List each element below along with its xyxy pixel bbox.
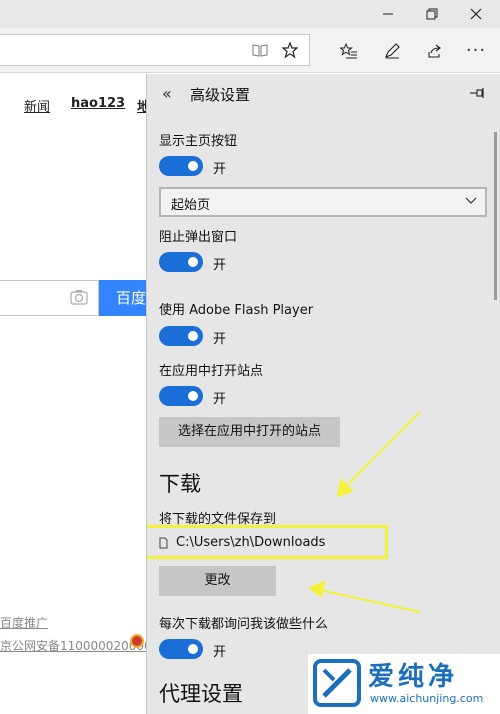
favorite-star-icon (282, 42, 298, 58)
restore-button[interactable] (412, 0, 452, 28)
open-in-app-state: 开 (213, 392, 227, 407)
police-badge-icon (130, 634, 144, 648)
home-page-select[interactable]: 起始页 (159, 187, 487, 217)
close-icon (470, 8, 482, 20)
footer-link-promotion[interactable]: 百度推广 (0, 614, 48, 631)
watermark-url: www.aichunjing.com (370, 692, 484, 705)
close-button[interactable] (456, 0, 496, 28)
ask-each-download-label: 每次下载都询问我该做些什么 (159, 617, 329, 632)
add-favorite-button[interactable] (274, 34, 306, 66)
flash-toggle[interactable] (159, 326, 203, 346)
web-note-button[interactable] (376, 28, 408, 73)
home-button-label: 显示主页按钮 (159, 134, 238, 149)
watermark-logo-icon (313, 659, 361, 707)
share-button[interactable] (418, 28, 450, 73)
reading-view-button[interactable] (244, 34, 276, 66)
downloads-heading: 下载 (159, 472, 201, 496)
favorites-hub-icon (340, 42, 357, 58)
web-page: 新闻 hao123 地 百度一下 百度推广 京公网安备1100000200000… (0, 74, 179, 714)
change-location-button[interactable]: 更改 (159, 566, 276, 596)
more-button[interactable]: ··· (460, 28, 492, 73)
search-button[interactable]: 百度一下 (99, 280, 146, 316)
block-popups-state: 开 (213, 258, 227, 273)
home-page-select-value: 起始页 (171, 198, 211, 213)
share-icon (428, 44, 441, 58)
back-button[interactable]: « (162, 84, 172, 103)
ask-each-download-state: 开 (213, 645, 227, 660)
camera-icon[interactable] (70, 289, 88, 305)
minimize-icon (383, 13, 393, 15)
nav-link-hao123[interactable]: hao123 (71, 96, 125, 111)
download-path: C:\Users\zh\Downloads (159, 535, 325, 550)
pin-icon[interactable] (469, 86, 485, 100)
block-popups-label: 阻止弹出窗口 (159, 230, 238, 245)
chevron-down-icon (465, 197, 477, 204)
file-icon (159, 537, 168, 548)
favorites-hub-button[interactable] (333, 28, 365, 73)
advanced-settings-panel: « 高级设置 显示主页按钮 开 起始页 阻止弹出窗口 开 使用 Adobe Fl… (146, 74, 500, 714)
browser-toolbar: ··· (0, 28, 500, 73)
reading-view-icon (252, 44, 268, 57)
more-icon: ··· (465, 40, 487, 61)
open-in-app-label: 在应用中打开站点 (159, 364, 264, 379)
nav-link-news[interactable]: 新闻 (24, 96, 50, 115)
scrollbar-thumb[interactable] (494, 132, 497, 300)
flash-label: 使用 Adobe Flash Player (159, 303, 314, 318)
block-popups-toggle[interactable] (159, 252, 203, 272)
ask-each-download-toggle[interactable] (159, 639, 203, 659)
search-input[interactable] (0, 280, 99, 316)
home-button-toggle[interactable] (159, 156, 203, 176)
flash-state: 开 (213, 332, 227, 347)
home-button-state: 开 (213, 162, 227, 177)
watermark-text: 爱纯净 (368, 662, 459, 692)
panel-title: 高级设置 (190, 86, 251, 104)
restore-icon (426, 8, 438, 20)
choose-sites-button[interactable]: 选择在应用中打开的站点 (159, 417, 340, 447)
proxy-heading: 代理设置 (159, 682, 243, 706)
minimize-button[interactable] (368, 0, 408, 28)
watermark: 爱纯净 www.aichunjing.com (308, 654, 500, 714)
web-note-icon (385, 42, 400, 58)
download-path-text: C:\Users\zh\Downloads (176, 535, 326, 550)
title-bar (0, 0, 500, 28)
open-in-app-toggle[interactable] (159, 386, 203, 406)
